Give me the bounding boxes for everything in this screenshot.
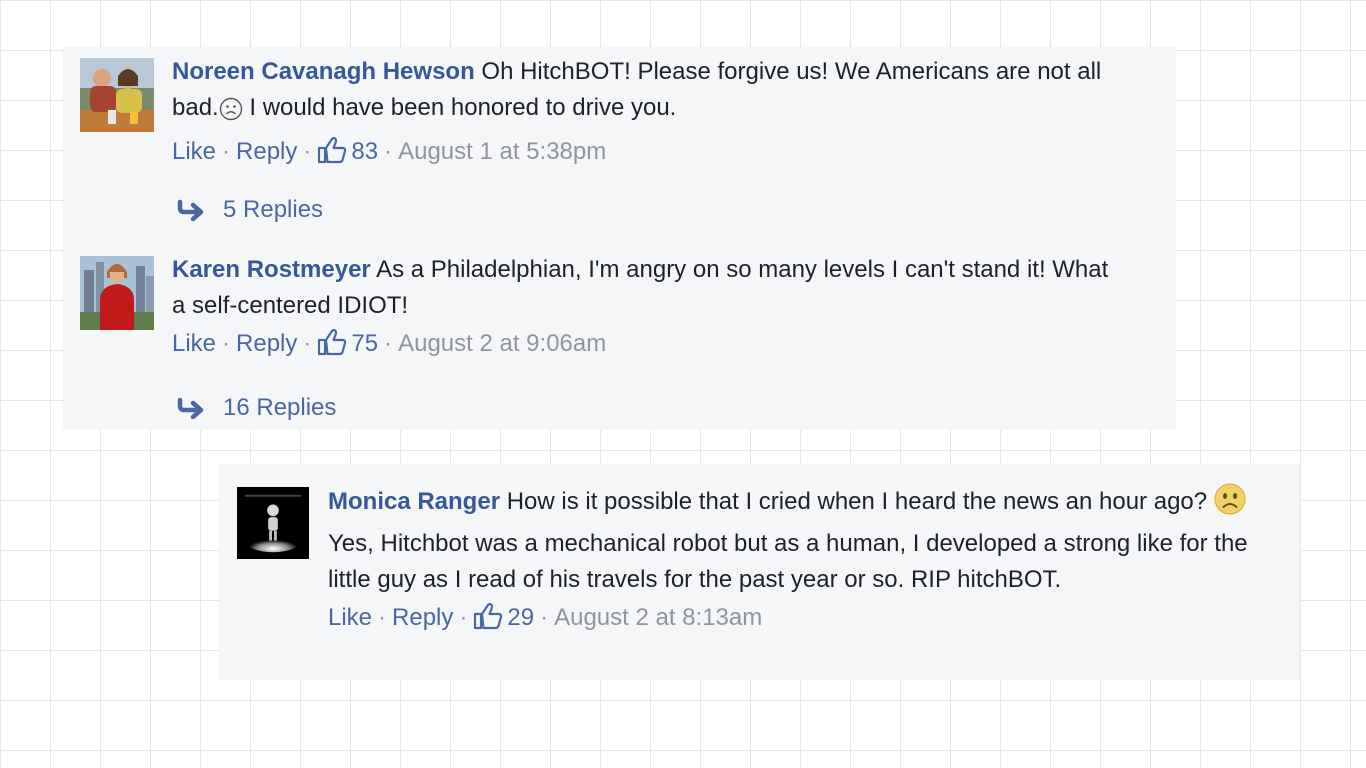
comment-author[interactable]: Noreen Cavanagh Hewson: [172, 58, 475, 85]
reply-link[interactable]: Reply: [236, 330, 297, 357]
avatar-photo-robot: [237, 487, 309, 559]
comment-timestamp[interactable]: August 1 at 5:38pm: [398, 138, 606, 165]
avatar[interactable]: [80, 58, 154, 132]
comment-author[interactable]: Monica Ranger: [328, 488, 500, 515]
view-replies-link[interactable]: 16 Replies: [177, 394, 336, 426]
comment-actions: Like · Reply · 75 · August 2 at 9:06am: [172, 326, 1112, 367]
frown-emoji-icon: [1214, 483, 1246, 526]
reply-arrow-icon: [177, 397, 205, 426]
comments-panel-bottom: Monica Ranger How is it possible that I …: [219, 464, 1300, 680]
thumbs-up-icon[interactable]: [473, 602, 503, 641]
frown-emoji-icon: [219, 96, 243, 132]
like-count[interactable]: 75: [351, 330, 378, 357]
comment-text-part: How is it possible that I cried when I h…: [500, 488, 1214, 515]
comment-text: Noreen Cavanagh Hewson Oh HitchBOT! Plea…: [172, 54, 1132, 132]
comment-timestamp[interactable]: August 2 at 9:06am: [398, 330, 606, 357]
replies-count-label[interactable]: 16 Replies: [223, 394, 336, 421]
comment-text: Monica Ranger How is it possible that I …: [328, 483, 1268, 598]
like-link[interactable]: Like: [328, 604, 372, 631]
separator-dot: ·: [303, 138, 312, 165]
view-replies-link[interactable]: 5 Replies: [177, 196, 323, 228]
replies-count-label[interactable]: 5 Replies: [223, 196, 323, 223]
comment-author[interactable]: Karen Rostmeyer: [172, 256, 371, 283]
separator-dot: ·: [222, 330, 231, 357]
comment-text-part: Yes, Hitchbot was a mechanical robot but…: [328, 530, 1248, 593]
avatar[interactable]: [80, 256, 154, 330]
separator-dot: ·: [378, 604, 387, 631]
avatar-photo-woman-city: [80, 256, 154, 330]
comment-actions: Like · Reply · 83 · August 1 at 5:38pm: [172, 134, 1132, 175]
comment-actions: Like · Reply · 29 · August 2 at 8:13am: [328, 600, 1268, 641]
avatar[interactable]: [237, 487, 309, 559]
separator-dot: ·: [303, 330, 312, 357]
thumbs-up-icon[interactable]: [317, 136, 347, 175]
like-link[interactable]: Like: [172, 138, 216, 165]
comment-timestamp[interactable]: August 2 at 8:13am: [554, 604, 762, 631]
separator-dot: ·: [459, 604, 468, 631]
thumbs-up-icon[interactable]: [317, 328, 347, 367]
separator-dot: ·: [384, 330, 393, 357]
separator-dot: ·: [222, 138, 231, 165]
like-count[interactable]: 83: [351, 138, 378, 165]
avatar-photo-two-people: [80, 58, 154, 132]
separator-dot: ·: [384, 138, 393, 165]
like-count[interactable]: 29: [507, 604, 534, 631]
comment-text-part: I would have been honored to drive you.: [242, 94, 677, 121]
like-link[interactable]: Like: [172, 330, 216, 357]
separator-dot: ·: [540, 604, 549, 631]
comments-panel-top: Noreen Cavanagh Hewson Oh HitchBOT! Plea…: [63, 47, 1176, 430]
reply-arrow-icon: [177, 199, 205, 228]
reply-link[interactable]: Reply: [392, 604, 453, 631]
comment-text: Karen Rostmeyer As a Philadelphian, I'm …: [172, 252, 1112, 324]
reply-link[interactable]: Reply: [236, 138, 297, 165]
